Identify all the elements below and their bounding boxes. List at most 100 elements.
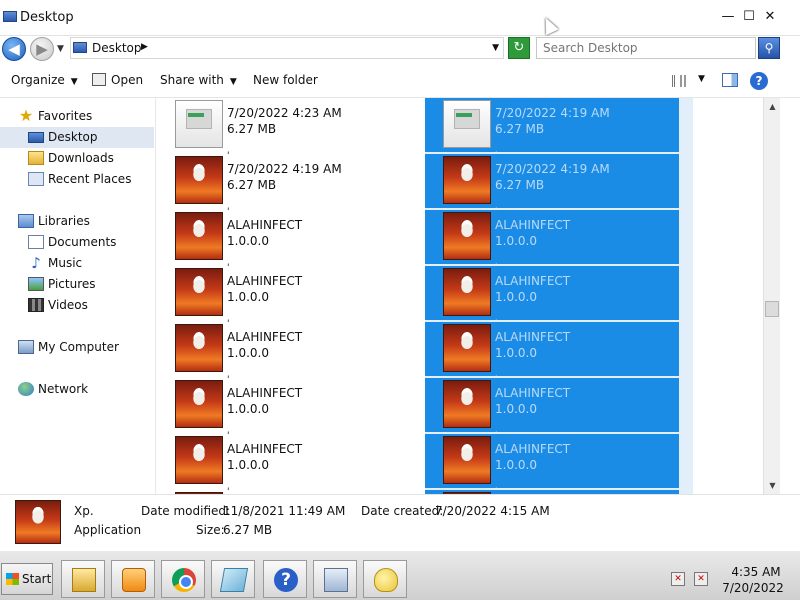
search-input[interactable] xyxy=(537,38,751,58)
file-detail-line2: 1.0.0.0 xyxy=(495,290,537,304)
breadcrumb-chevron-icon[interactable]: ▶ xyxy=(141,42,148,52)
preview-pane-icon[interactable] xyxy=(722,73,738,87)
downloads-folder-icon xyxy=(28,151,44,165)
file-name: ' xyxy=(227,431,230,441)
maximize-button[interactable]: ☐ xyxy=(740,9,758,27)
sidebar-item-libraries[interactable]: Libraries xyxy=(0,211,154,232)
file-detail-line2: 1.0.0.0 xyxy=(227,234,269,248)
file-item[interactable]: ' 7/20/2022 4:19 AM 6.27 MB xyxy=(425,98,679,152)
file-thumbnail-icon xyxy=(443,100,491,148)
image-thumbnail xyxy=(443,324,491,372)
taskbar-media-player-button[interactable] xyxy=(111,560,155,598)
sidebar-item-network[interactable]: Network xyxy=(0,379,154,400)
file-item[interactable]: ' ALAHINFECT 1.0.0.0 xyxy=(425,375,679,432)
view-dropdown-icon[interactable]: ▼ xyxy=(698,74,705,84)
file-item[interactable]: ' 7/20/2022 4:19 AM 6.27 MB xyxy=(425,151,679,208)
image-thumbnail xyxy=(175,380,223,428)
file-item[interactable]: ' ALAHINFECT 1.0.0.0 xyxy=(157,431,411,488)
sidebar-item-downloads[interactable]: Downloads xyxy=(0,148,154,169)
chevron-down-icon: ▼ xyxy=(70,77,78,87)
minimize-button[interactable]: — xyxy=(719,9,737,27)
open-button[interactable]: Open xyxy=(92,73,143,87)
organize-button[interactable]: Organize ▼ xyxy=(11,73,78,87)
scroll-thumb[interactable] xyxy=(765,301,779,317)
file-detail-line1: ALAHINFECT xyxy=(495,442,571,456)
file-detail-line2: 1.0.0.0 xyxy=(227,402,269,416)
details-pane: Xp. Application Date modified: 11/8/2021… xyxy=(0,494,800,550)
file-detail-line1: ALAHINFECT xyxy=(227,442,303,456)
window-title: Desktop xyxy=(20,10,74,25)
close-button[interactable]: ✕ xyxy=(761,9,779,27)
file-item[interactable]: ' ALAHINFECT 1.0.0.0 xyxy=(157,375,411,432)
recent-pages-dropdown[interactable]: ▼ xyxy=(57,44,64,54)
volume-muted-icon[interactable]: ✕ xyxy=(694,572,708,586)
image-thumbnail xyxy=(443,436,491,484)
file-name: ' xyxy=(495,319,498,329)
scroll-up-icon[interactable]: ▲ xyxy=(764,98,781,115)
taskbar-chrome-button[interactable] xyxy=(161,560,205,598)
forward-button[interactable]: ▶ xyxy=(30,37,54,61)
scroll-down-icon[interactable]: ▼ xyxy=(764,477,781,494)
clock-date[interactable]: 7/20/2022 xyxy=(720,581,786,595)
sidebar-item-recent-places[interactable]: Recent Places xyxy=(0,169,154,190)
file-detail-line1: ALAHINFECT xyxy=(495,218,571,232)
clock-time[interactable]: 4:35 AM xyxy=(726,565,786,579)
file-list[interactable]: ' 7/20/2022 4:23 AM 6.27 MB ' 7/20/2022 4:19… xyxy=(157,98,763,494)
address-dropdown-icon[interactable]: ▼ xyxy=(492,43,499,53)
network-error-icon[interactable]: ✕ xyxy=(671,572,685,586)
address-bar[interactable]: Desktop ▶ ▼ xyxy=(70,37,504,59)
sidebar-item-label: Libraries xyxy=(38,214,90,228)
file-name: ' xyxy=(495,151,498,161)
sidebar-item-desktop[interactable]: Desktop xyxy=(0,127,154,148)
date-created-label: Date created: xyxy=(361,504,444,518)
file-detail-line1: ALAHINFECT xyxy=(227,218,303,232)
file-item[interactable]: ' ALAHINFECT 1.0.0.0 xyxy=(425,263,679,320)
file-detail-line2: 1.0.0.0 xyxy=(495,346,537,360)
taskbar-messenger-button[interactable] xyxy=(363,560,407,598)
taskbar-help-button[interactable]: ? xyxy=(263,560,307,598)
address-row: ◀ ▶ ▼ Desktop ▶ ▼ ↻ ⚲ xyxy=(0,36,800,64)
help-icon[interactable]: ? xyxy=(750,72,768,90)
back-button[interactable]: ◀ xyxy=(2,37,26,61)
file-name: ' xyxy=(495,207,498,217)
sidebar-item-pictures[interactable]: Pictures xyxy=(0,274,154,295)
file-detail-line2: 1.0.0.0 xyxy=(495,402,537,416)
file-item[interactable]: ' ALAHINFECT 1.0.0.0 xyxy=(425,207,679,264)
taskbar-explorer-button[interactable] xyxy=(61,560,105,598)
desktop-icon xyxy=(3,11,17,22)
search-icon[interactable]: ⚲ xyxy=(758,37,780,59)
address-location[interactable]: Desktop xyxy=(92,41,142,55)
file-item[interactable]: ' 7/20/2022 4:19 AM 6.27 MB xyxy=(157,151,411,208)
image-thumbnail xyxy=(175,268,223,316)
taskbar-notepad-button[interactable] xyxy=(211,560,255,598)
sidebar-item-documents[interactable]: Documents xyxy=(0,232,154,253)
vertical-scrollbar[interactable]: ▲ ▼ xyxy=(763,98,780,494)
sidebar-item-label: Desktop xyxy=(48,130,98,144)
file-name: ' xyxy=(495,263,498,273)
file-item[interactable]: ' ALAHINFECT 1.0.0.0 xyxy=(157,263,411,320)
new-folder-button[interactable]: New folder xyxy=(253,73,318,87)
start-button[interactable]: Start xyxy=(1,563,53,595)
image-thumbnail xyxy=(443,380,491,428)
taskbar-keyboard-button[interactable] xyxy=(313,560,357,598)
file-item[interactable]: ' ALAHINFECT 1.0.0.0 xyxy=(157,319,411,376)
sidebar-item-videos[interactable]: Videos xyxy=(0,295,154,316)
file-detail-line2: 6.27 MB xyxy=(495,122,545,136)
image-thumbnail xyxy=(443,212,491,260)
refresh-button[interactable]: ↻ xyxy=(508,37,530,59)
sidebar-item-music[interactable]: ♪ Music xyxy=(0,253,154,274)
file-item[interactable]: ' 7/20/2022 4:23 AM 6.27 MB xyxy=(157,98,411,152)
computer-icon xyxy=(18,340,34,354)
sidebar-item-favorites[interactable]: ★ Favorites xyxy=(0,106,154,127)
file-detail-line1: 7/20/2022 4:19 AM xyxy=(227,162,342,176)
image-thumbnail xyxy=(175,212,223,260)
file-item[interactable]: ' ALAHINFECT 1.0.0.0 xyxy=(157,207,411,264)
file-item[interactable]: ' ALAHINFECT 1.0.0.0 xyxy=(425,431,679,488)
desktop-icon xyxy=(28,132,44,143)
image-thumbnail xyxy=(175,156,223,204)
sidebar-item-my-computer[interactable]: My Computer xyxy=(0,337,154,358)
change-view-icon[interactable] xyxy=(672,75,686,87)
file-item[interactable]: ' ALAHINFECT 1.0.0.0 xyxy=(425,319,679,376)
share-with-button[interactable]: Share with ▼ xyxy=(160,73,237,87)
search-box[interactable] xyxy=(536,37,756,59)
